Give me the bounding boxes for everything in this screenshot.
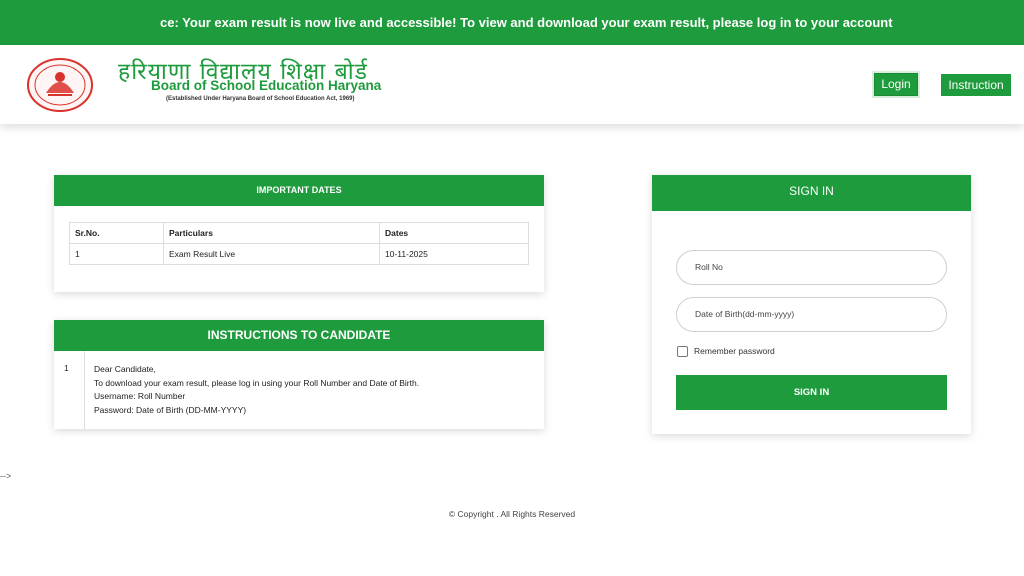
cell-date: 10-11-2025 [379,243,529,265]
footer-copyright: © Copyright . All Rights Reserved [448,509,576,519]
signin-button[interactable]: SIGN IN [676,375,947,410]
column-header-dates: Dates [379,222,529,244]
instruction-line: Username: Roll Number [94,391,186,401]
notice-marquee: ce: Your exam result is now live and acc… [0,0,1024,45]
table-header-row: Sr.No. Particulars Dates [69,222,529,244]
login-button[interactable]: Login [874,73,918,96]
column-header-srno: Sr.No. [69,222,164,244]
cell-srno: 1 [69,243,164,265]
remember-password-checkbox[interactable] [677,346,688,358]
board-logo-icon [27,58,93,112]
remember-password: Remember password [677,346,775,358]
signin-heading: SIGN IN [652,175,971,211]
site-header: हरियाणा विद्यालय शिक्षा बोर्ड Board of S… [0,45,1024,124]
instruction-button[interactable]: Instruction [941,74,1011,96]
column-header-particulars: Particulars [163,222,380,244]
board-subtitle: (Established Under Haryana Board of Scho… [166,96,355,102]
instruction-line: Password: Date of Birth (DD-MM-YYYY) [94,404,247,415]
instructions-card: INSTRUCTIONS TO CANDIDATE 1 Dear Candida… [54,320,544,429]
remember-password-label: Remember password [694,346,775,356]
important-dates-card: IMPORTANT DATES Sr.No. Particulars Dates… [54,175,544,292]
instruction-line: To download your exam result, please log… [94,377,420,388]
notice-text: ce: Your exam result is now live and acc… [160,15,893,30]
important-dates-heading: IMPORTANT DATES [54,175,544,206]
instruction-number: 1 [54,351,85,429]
instructions-heading: INSTRUCTIONS TO CANDIDATE [54,320,544,351]
signin-card: SIGN IN Roll No Date of Birth(dd-mm-yyyy… [652,175,971,434]
roll-number-input[interactable]: Roll No [676,250,947,285]
date-of-birth-input[interactable]: Date of Birth(dd-mm-yyyy) [676,297,947,332]
board-title-english: Board of School Education Haryana [151,78,382,93]
instruction-line: Dear Candidate, [94,364,156,374]
table-row: 1 Exam Result Live 10-11-2025 [69,243,529,265]
instruction-text: Dear Candidate, To download your exam re… [94,363,419,417]
stray-text: --> [0,471,12,481]
important-dates-table: Sr.No. Particulars Dates 1 Exam Result L… [69,222,529,265]
cell-particular: Exam Result Live [163,243,380,265]
